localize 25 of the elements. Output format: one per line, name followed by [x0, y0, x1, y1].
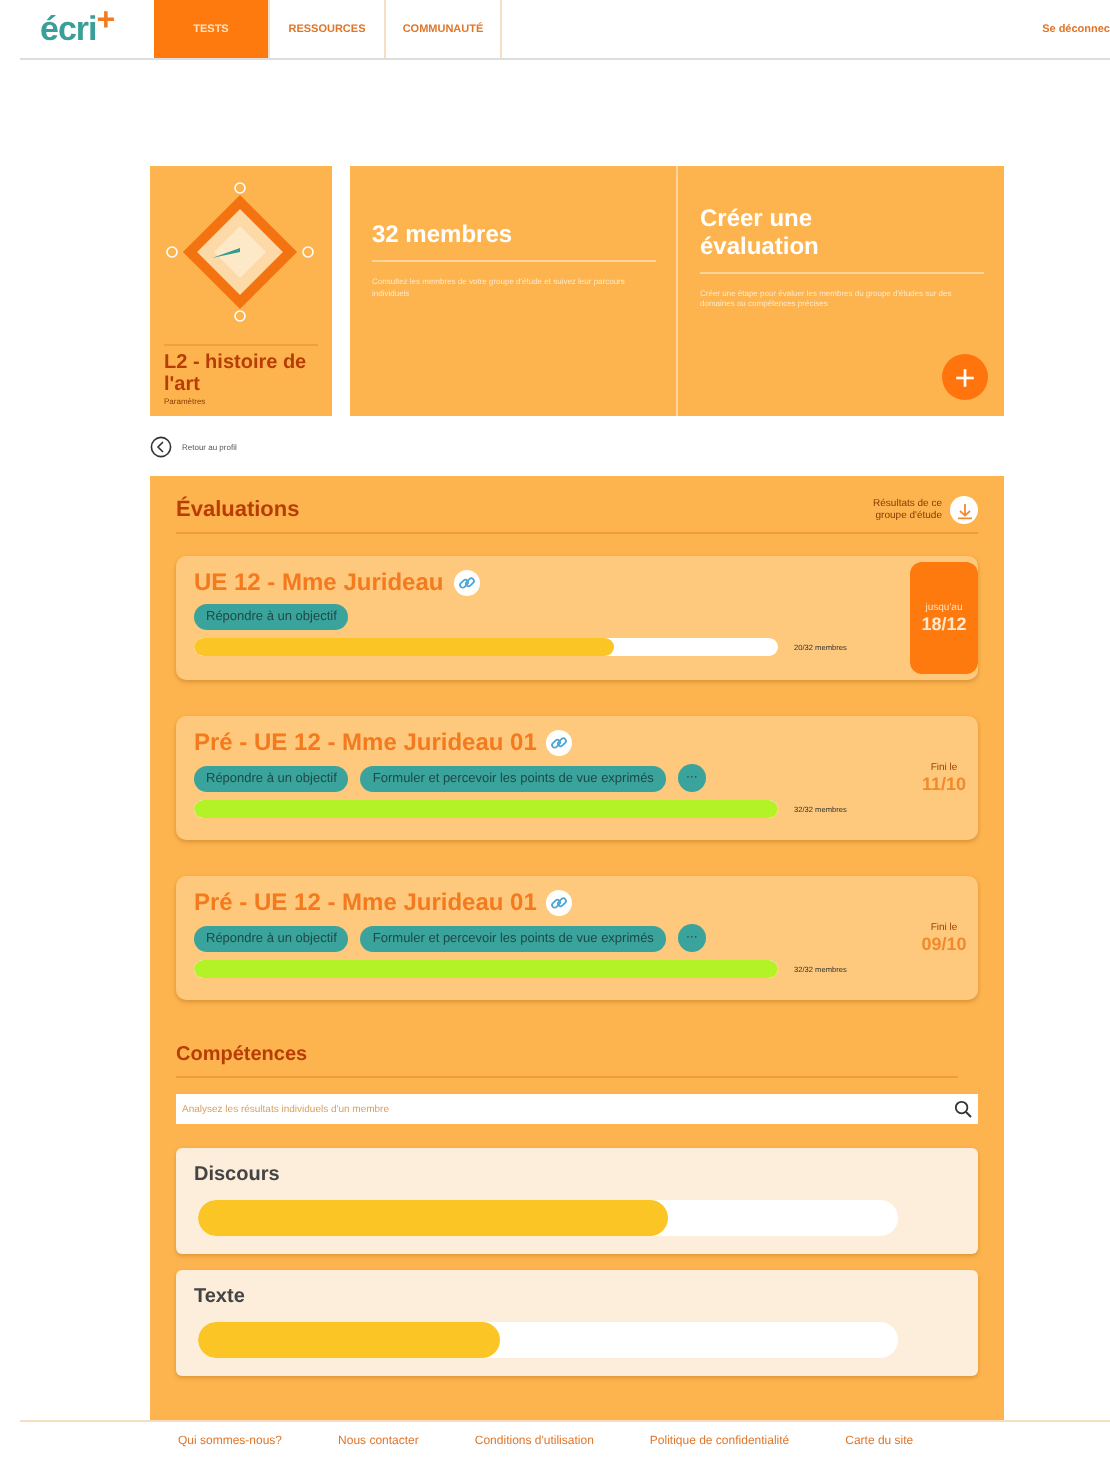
add-button[interactable]: + — [942, 354, 988, 401]
date-value: 09/10 — [921, 934, 967, 955]
download-icon — [955, 501, 973, 520]
section-title: Évaluations — [176, 498, 300, 523]
create-title: Créer une évaluation — [700, 206, 984, 274]
download-button[interactable] — [950, 496, 978, 525]
section-title: Compétences — [176, 1044, 958, 1079]
logo[interactable]: écri+ — [20, 0, 154, 59]
skill-name: Texte — [194, 1286, 247, 1309]
skill-name: Discours — [194, 1164, 282, 1187]
evaluation-title: Pré - UE 12 - Mme Jurideau 01 — [194, 728, 537, 757]
search-icon — [954, 1100, 972, 1119]
link-button[interactable] — [546, 729, 573, 756]
date-value: 18/12 — [921, 614, 967, 635]
link-icon — [550, 733, 569, 752]
link-icon — [457, 573, 476, 592]
evaluation-title: UE 12 - Mme Jurideau — [194, 568, 444, 597]
link-button[interactable] — [453, 569, 480, 596]
date-value: 11/10 — [921, 774, 967, 795]
members-title: 32 membres — [372, 206, 656, 263]
link-icon — [550, 893, 569, 912]
evaluation-title: Pré - UE 12 - Mme Jurideau 01 — [194, 888, 537, 917]
group-title: L2 - histoire de l'art — [164, 344, 318, 397]
link-button[interactable] — [546, 889, 573, 916]
back-icon — [150, 436, 172, 459]
